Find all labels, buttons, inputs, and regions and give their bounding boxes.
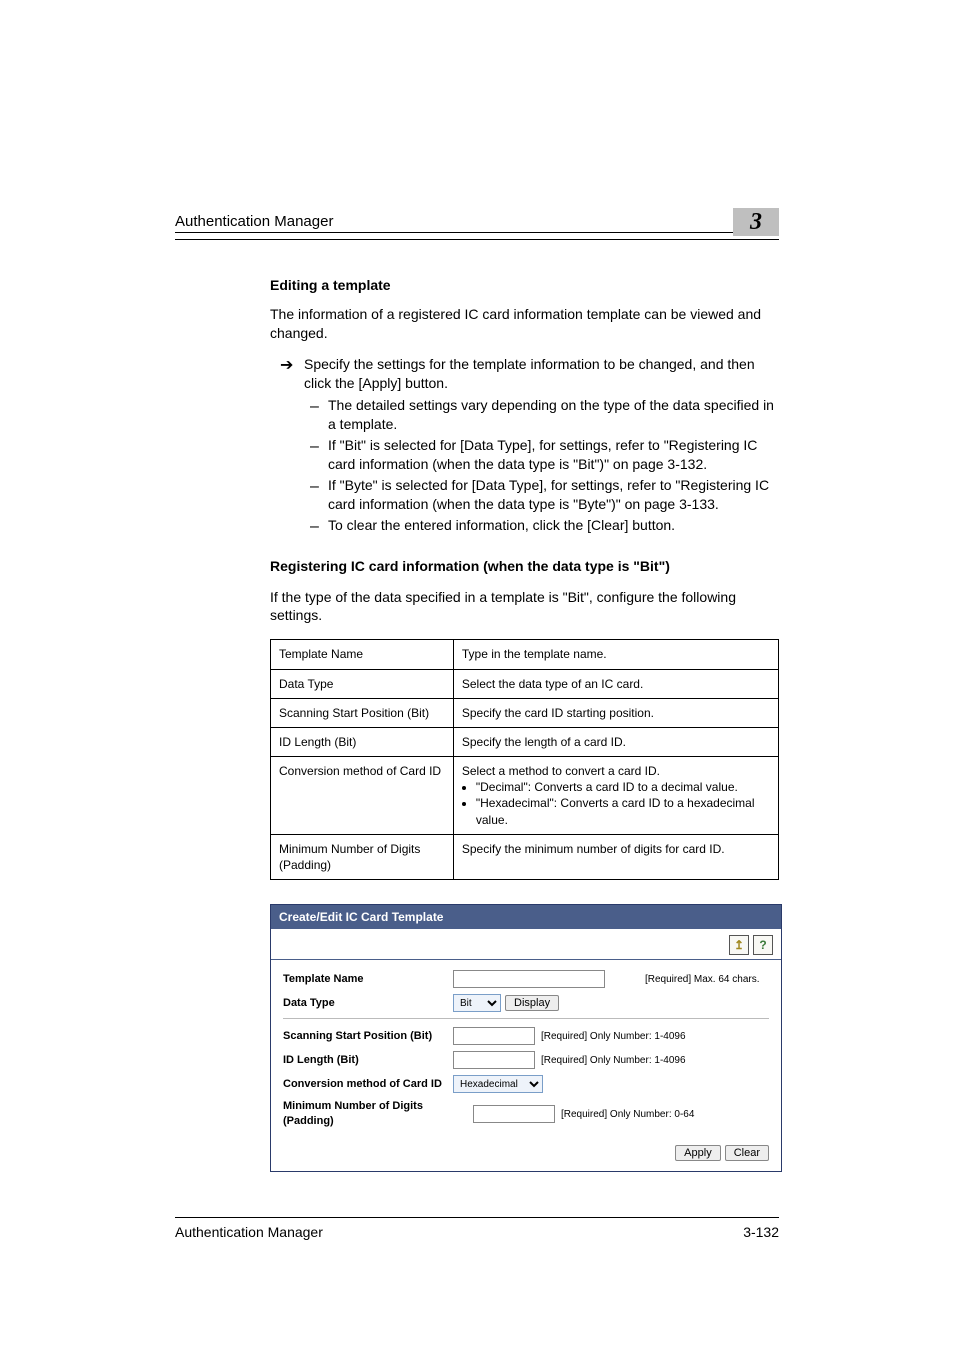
sub-item: –If "Byte" is selected for [Data Type], … (304, 476, 779, 514)
footer-left: Authentication Manager (175, 1224, 323, 1240)
table-row: Scanning Start Position (Bit) Specify th… (271, 698, 779, 727)
clear-button[interactable]: Clear (725, 1145, 769, 1161)
chapter-badge-wrap: 3 (733, 200, 779, 230)
footer: Authentication Manager 3-132 (175, 1217, 779, 1240)
hint-num-1-4096: [Required] Only Number: 1-4096 (541, 1030, 686, 1044)
param-desc: Select a method to convert a card ID. "D… (453, 757, 778, 835)
label-id-length: ID Length (Bit) (283, 1053, 453, 1068)
sub-item-text: To clear the entered information, click … (328, 517, 675, 533)
desc-bullets: "Decimal": Converts a card ID to a decim… (462, 779, 770, 828)
separator (283, 1018, 769, 1019)
template-name-input[interactable] (453, 970, 605, 988)
param-desc: Type in the template name. (453, 640, 778, 669)
desc-bullet: "Decimal": Converts a card ID to a decim… (476, 779, 770, 795)
desc-bullet: "Hexadecimal": Converts a card ID to a h… (476, 795, 770, 827)
sub-item: –The detailed settings vary depending on… (304, 396, 779, 434)
heading-registering-bit: Registering IC card information (when th… (270, 557, 779, 576)
row-min-digits: Minimum Number of Digits (Padding) [Requ… (283, 1099, 769, 1129)
scan-start-input[interactable] (453, 1027, 535, 1045)
param-desc: Specify the length of a card ID. (453, 727, 778, 756)
procedure-step: ➔ Specify the settings for the template … (270, 355, 779, 535)
row-template-name: Template Name [Required] Max. 64 chars. (283, 970, 769, 988)
footer-right: 3-132 (743, 1224, 779, 1240)
label-conversion: Conversion method of Card ID (283, 1077, 453, 1092)
procedure-list: ➔ Specify the settings for the template … (270, 355, 779, 535)
sub-list: –The detailed settings vary depending on… (304, 396, 779, 534)
table-row: Conversion method of Card ID Select a me… (271, 757, 779, 835)
param-name: Scanning Start Position (Bit) (271, 698, 454, 727)
dash-icon: – (310, 396, 319, 418)
intro-para-1: The information of a registered IC card … (270, 305, 779, 343)
heading-editing-template: Editing a template (270, 276, 779, 295)
hint-num-1-4096-b: [Required] Only Number: 1-4096 (541, 1054, 686, 1068)
dialog-title: Create/Edit IC Card Template (271, 905, 781, 929)
table-row: Minimum Number of Digits (Padding) Speci… (271, 834, 779, 879)
row-data-type: Data Type Bit Display (283, 994, 769, 1012)
label-min-digits: Minimum Number of Digits (Padding) (283, 1099, 473, 1129)
param-desc: Specify the minimum number of digits for… (453, 834, 778, 879)
hint-max64: [Required] Max. 64 chars. (645, 973, 760, 987)
dialog-body: Template Name [Required] Max. 64 chars. … (271, 960, 781, 1145)
running-header: Authentication Manager 3 (175, 200, 779, 233)
conversion-select[interactable]: Hexadecimal (453, 1075, 543, 1093)
apply-button[interactable]: Apply (675, 1145, 721, 1161)
param-name: ID Length (Bit) (271, 727, 454, 756)
label-template-name: Template Name (283, 972, 453, 987)
id-length-input[interactable] (453, 1051, 535, 1069)
create-edit-template-dialog: Create/Edit IC Card Template ↥ ? Templat… (270, 904, 782, 1172)
sub-item-text: If "Byte" is selected for [Data Type], f… (328, 477, 769, 512)
up-icon[interactable]: ↥ (729, 935, 749, 955)
data-type-select[interactable]: Bit (453, 994, 501, 1012)
param-desc-text: Select a method to convert a card ID. (462, 764, 660, 778)
help-icon[interactable]: ? (753, 935, 773, 955)
param-name: Conversion method of Card ID (271, 757, 454, 835)
row-id-length: ID Length (Bit) [Required] Only Number: … (283, 1051, 769, 1069)
min-digits-input[interactable] (473, 1105, 555, 1123)
dash-icon: – (310, 476, 319, 498)
table-row: Template Name Type in the template name. (271, 640, 779, 669)
table-row: Data Type Select the data type of an IC … (271, 669, 779, 698)
sub-item: –If "Bit" is selected for [Data Type], f… (304, 436, 779, 474)
procedure-step-text: Specify the settings for the template in… (304, 356, 755, 391)
intro-para-2: If the type of the data specified in a t… (270, 588, 779, 626)
sub-item-text: The detailed settings vary depending on … (328, 397, 774, 432)
dialog-iconbar: ↥ ? (271, 929, 781, 960)
param-desc: Specify the card ID starting position. (453, 698, 778, 727)
param-name: Data Type (271, 669, 454, 698)
hint-num-0-64: [Required] Only Number: 0-64 (561, 1108, 694, 1122)
dash-icon: – (310, 516, 319, 538)
param-name: Template Name (271, 640, 454, 669)
chapter-badge: 3 (733, 208, 779, 236)
sub-item: –To clear the entered information, click… (304, 516, 779, 535)
sub-item-text: If "Bit" is selected for [Data Type], fo… (328, 437, 757, 472)
param-desc: Select the data type of an IC card. (453, 669, 778, 698)
row-conversion: Conversion method of Card ID Hexadecimal (283, 1075, 769, 1093)
dialog-button-row: Apply Clear (271, 1145, 781, 1171)
section-name: Authentication Manager (175, 213, 333, 230)
arrow-icon: ➔ (280, 355, 293, 377)
page: Authentication Manager 3 Editing a templ… (0, 0, 954, 1350)
settings-table: Template Name Type in the template name.… (270, 639, 779, 880)
content: Editing a template The information of a … (270, 276, 779, 1172)
display-button[interactable]: Display (505, 995, 559, 1011)
label-scan-start: Scanning Start Position (Bit) (283, 1029, 453, 1044)
table-row: ID Length (Bit) Specify the length of a … (271, 727, 779, 756)
label-data-type: Data Type (283, 996, 453, 1011)
dash-icon: – (310, 436, 319, 458)
row-scan-start: Scanning Start Position (Bit) [Required]… (283, 1027, 769, 1045)
header-rule (175, 239, 779, 240)
param-name: Minimum Number of Digits (Padding) (271, 834, 454, 879)
